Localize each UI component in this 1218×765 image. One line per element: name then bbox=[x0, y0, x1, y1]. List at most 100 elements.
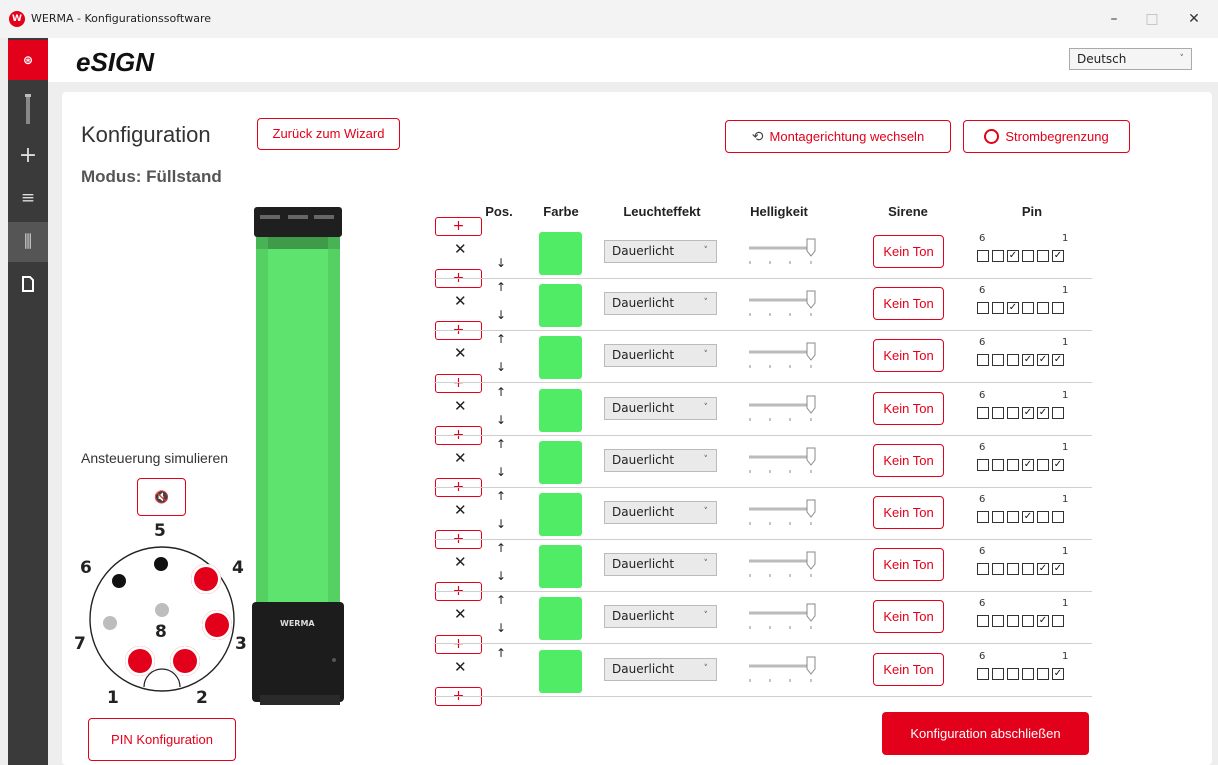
pin-checkbox[interactable] bbox=[992, 250, 1004, 262]
pin-8[interactable] bbox=[155, 603, 169, 617]
pin-checkbox[interactable]: ✓ bbox=[1052, 668, 1064, 680]
pin-checkbox[interactable] bbox=[1022, 563, 1034, 575]
back-to-wizard-button[interactable]: Zurück zum Wizard bbox=[257, 118, 400, 150]
move-up-icon[interactable]: ↑ bbox=[496, 646, 506, 660]
document-icon[interactable] bbox=[8, 264, 48, 304]
move-up-icon[interactable]: ↑ bbox=[496, 280, 506, 294]
minimize-button[interactable]: – bbox=[1102, 8, 1126, 30]
pin-2[interactable] bbox=[170, 646, 200, 676]
siren-button[interactable]: Kein Ton bbox=[873, 496, 944, 529]
pin-checkbox[interactable] bbox=[1007, 668, 1019, 680]
pin-checkbox[interactable]: ✓ bbox=[1007, 302, 1019, 314]
brightness-slider[interactable] bbox=[747, 289, 823, 317]
color-swatch[interactable] bbox=[539, 284, 582, 327]
pin-checkbox[interactable] bbox=[1037, 302, 1049, 314]
pin-checkbox[interactable]: ✓ bbox=[1052, 563, 1064, 575]
tower-icon[interactable] bbox=[8, 90, 48, 130]
effect-select[interactable]: Dauerlicht ˅ bbox=[604, 605, 717, 628]
pin-checkbox[interactable] bbox=[1007, 511, 1019, 523]
pin-checkbox[interactable] bbox=[1007, 615, 1019, 627]
brightness-slider[interactable] bbox=[747, 394, 823, 422]
remove-row-icon[interactable]: ✕ bbox=[454, 658, 467, 676]
pin-checkbox[interactable] bbox=[977, 459, 989, 471]
list-icon[interactable]: ≡ bbox=[8, 178, 48, 218]
effect-select[interactable]: Dauerlicht ˅ bbox=[604, 344, 717, 367]
pin-checkbox[interactable] bbox=[977, 563, 989, 575]
move-down-icon[interactable]: ↓ bbox=[496, 621, 506, 635]
move-down-icon[interactable]: ↓ bbox=[496, 308, 506, 322]
pin-checkbox[interactable] bbox=[1037, 668, 1049, 680]
pin-checkbox[interactable] bbox=[1052, 302, 1064, 314]
pin-7[interactable] bbox=[103, 616, 117, 630]
pin-checkbox[interactable] bbox=[992, 511, 1004, 523]
pin-checkbox[interactable] bbox=[992, 407, 1004, 419]
brightness-slider[interactable] bbox=[747, 446, 823, 474]
pin-checkbox[interactable] bbox=[1037, 459, 1049, 471]
pin-checkbox[interactable]: ✓ bbox=[1037, 615, 1049, 627]
move-up-icon[interactable]: ↑ bbox=[496, 593, 506, 607]
color-swatch[interactable] bbox=[539, 650, 582, 693]
effect-select[interactable]: Dauerlicht ˅ bbox=[604, 449, 717, 472]
remove-row-icon[interactable]: ✕ bbox=[454, 292, 467, 310]
pin-checkbox[interactable]: ✓ bbox=[1022, 511, 1034, 523]
pin-checkbox[interactable] bbox=[992, 302, 1004, 314]
maximize-button[interactable]: □ bbox=[1140, 8, 1164, 30]
remove-row-icon[interactable]: ✕ bbox=[454, 449, 467, 467]
move-up-icon[interactable]: ↑ bbox=[496, 385, 506, 399]
brightness-slider[interactable] bbox=[747, 602, 823, 630]
pin-checkbox[interactable]: ✓ bbox=[1007, 250, 1019, 262]
pin-checkbox[interactable]: ✓ bbox=[1037, 354, 1049, 366]
pin-checkbox[interactable] bbox=[992, 459, 1004, 471]
remove-row-icon[interactable]: ✕ bbox=[454, 344, 467, 362]
siren-button[interactable]: Kein Ton bbox=[873, 444, 944, 477]
pin-checkbox[interactable]: ✓ bbox=[1037, 407, 1049, 419]
remove-row-icon[interactable]: ✕ bbox=[454, 397, 467, 415]
siren-button[interactable]: Kein Ton bbox=[873, 653, 944, 686]
current-limit-button[interactable]: Strombegrenzung bbox=[963, 120, 1130, 153]
color-swatch[interactable] bbox=[539, 597, 582, 640]
language-select[interactable]: Deutsch ˅ bbox=[1069, 48, 1192, 70]
move-down-icon[interactable]: ↓ bbox=[496, 465, 506, 479]
pin-checkbox[interactable] bbox=[1037, 250, 1049, 262]
close-button[interactable]: ✕ bbox=[1182, 8, 1206, 30]
move-up-icon[interactable]: ↑ bbox=[496, 541, 506, 555]
brightness-slider[interactable] bbox=[747, 550, 823, 578]
color-swatch[interactable] bbox=[539, 336, 582, 379]
sliders-icon[interactable]: ⫼ bbox=[8, 222, 48, 262]
pin-1[interactable] bbox=[125, 646, 155, 676]
werma-logo-icon[interactable]: ⊛ bbox=[8, 40, 48, 80]
pin-checkbox[interactable] bbox=[992, 354, 1004, 366]
pin-checkbox[interactable] bbox=[1022, 615, 1034, 627]
pin-checkbox[interactable]: ✓ bbox=[1052, 459, 1064, 471]
brightness-slider[interactable] bbox=[747, 237, 823, 265]
remove-row-icon[interactable]: ✕ bbox=[454, 553, 467, 571]
brightness-slider[interactable] bbox=[747, 498, 823, 526]
move-down-icon[interactable]: ↓ bbox=[496, 413, 506, 427]
pin-checkbox[interactable] bbox=[1052, 407, 1064, 419]
pin-checkbox[interactable] bbox=[1007, 563, 1019, 575]
pin-5[interactable] bbox=[154, 557, 168, 571]
effect-select[interactable]: Dauerlicht ˅ bbox=[604, 240, 717, 263]
siren-button[interactable]: Kein Ton bbox=[873, 392, 944, 425]
siren-button[interactable]: Kein Ton bbox=[873, 548, 944, 581]
brightness-slider[interactable] bbox=[747, 655, 823, 683]
pin-checkbox[interactable] bbox=[977, 407, 989, 419]
color-swatch[interactable] bbox=[539, 493, 582, 536]
effect-select[interactable]: Dauerlicht ˅ bbox=[604, 501, 717, 524]
pin-checkbox[interactable] bbox=[1037, 511, 1049, 523]
siren-button[interactable]: Kein Ton bbox=[873, 235, 944, 268]
pin-config-button[interactable]: PIN Konfiguration bbox=[88, 718, 236, 761]
effect-select[interactable]: Dauerlicht ˅ bbox=[604, 292, 717, 315]
pin-checkbox[interactable]: ✓ bbox=[1022, 354, 1034, 366]
mount-direction-button[interactable]: ⟲ Montagerichtung wechseln bbox=[725, 120, 951, 153]
brightness-slider[interactable] bbox=[747, 341, 823, 369]
effect-select[interactable]: Dauerlicht ˅ bbox=[604, 658, 717, 681]
effect-select[interactable]: Dauerlicht ˅ bbox=[604, 553, 717, 576]
pin-checkbox[interactable] bbox=[992, 668, 1004, 680]
color-swatch[interactable] bbox=[539, 545, 582, 588]
pin-6[interactable] bbox=[112, 574, 126, 588]
pin-checkbox[interactable] bbox=[992, 563, 1004, 575]
pin-checkbox[interactable]: ✓ bbox=[1022, 459, 1034, 471]
color-swatch[interactable] bbox=[539, 441, 582, 484]
plus-icon[interactable]: + bbox=[8, 136, 48, 176]
